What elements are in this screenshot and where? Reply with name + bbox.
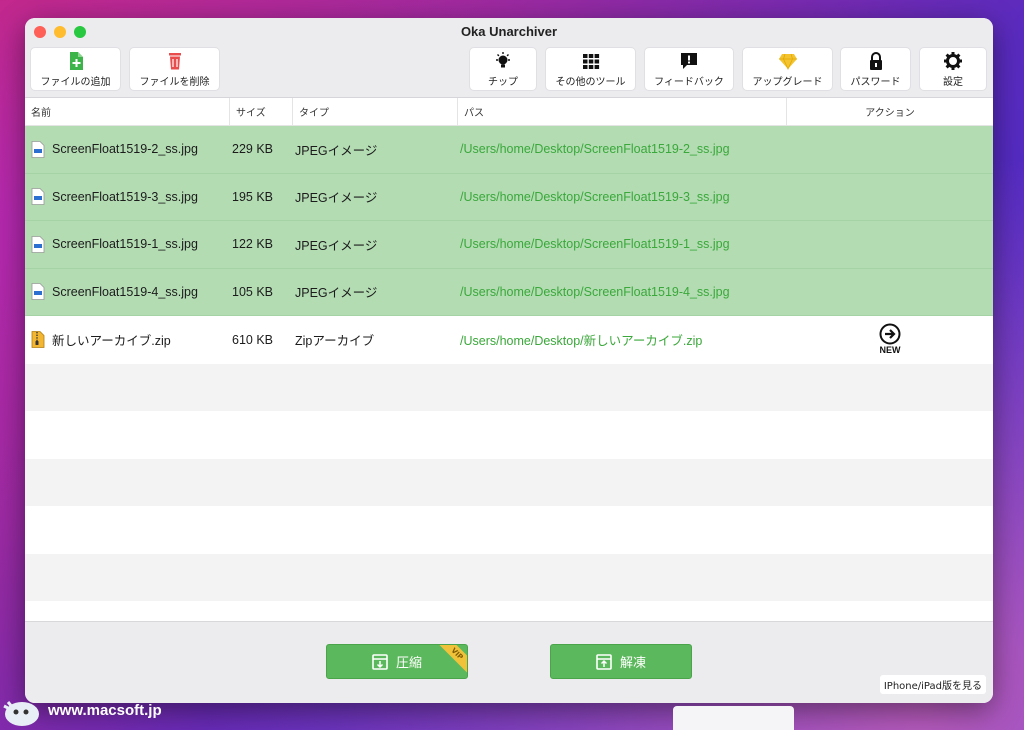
- password-button[interactable]: パスワード: [840, 47, 911, 91]
- column-header-action: アクション: [865, 108, 915, 119]
- delete-file-label: ファイルを削除: [139, 76, 210, 88]
- watermark-text: www.macsoft.jp: [48, 701, 162, 719]
- file-type: Zipアーカイブ: [295, 334, 375, 349]
- window-title: Oka Unarchiver: [460, 24, 558, 39]
- file-size: 195 KB: [232, 189, 274, 204]
- column-header-name[interactable]: 名前: [25, 98, 230, 125]
- file-name: 新しいアーカイブ.zip: [52, 334, 171, 349]
- empty-row: [25, 363, 993, 411]
- table-row[interactable]: ScreenFloat1519-2_ss.jpg 229 KB JPEGイメージ…: [25, 126, 993, 174]
- column-header-type[interactable]: タイプ: [293, 98, 458, 125]
- table-row[interactable]: ScreenFloat1519-4_ss.jpg 105 KB JPEGイメージ…: [25, 268, 993, 316]
- file-path: /Users/home/Desktop/ScreenFloat1519-2_ss…: [460, 142, 730, 157]
- iphone-ipad-link[interactable]: IPhone/iPad版を見る: [879, 675, 986, 694]
- empty-row: [25, 458, 993, 506]
- file-list: ScreenFloat1519-2_ss.jpg 229 KB JPEGイメージ…: [25, 126, 993, 649]
- jpg-file-icon: [31, 140, 45, 158]
- watermark: www.macsoft.jp: [2, 692, 162, 728]
- upgrade-button[interactable]: アップグレード: [742, 47, 833, 91]
- file-name: ScreenFloat1519-4_ss.jpg: [52, 284, 198, 299]
- other-tools-label: その他のツール: [555, 76, 626, 88]
- grid-icon: [582, 53, 599, 69]
- other-tools-button[interactable]: その他のツール: [545, 47, 636, 91]
- password-label: パスワード: [850, 76, 901, 88]
- empty-row: [25, 411, 993, 459]
- add-file-label: ファイルの追加: [40, 76, 111, 88]
- compress-label: 圧縮: [395, 656, 422, 671]
- new-badge: NEW: [879, 345, 901, 356]
- trash-icon: [168, 52, 181, 69]
- mascot-logo-icon: [3, 701, 39, 726]
- file-size: 122 KB: [232, 237, 274, 252]
- extract-label: 解凍: [619, 656, 646, 671]
- file-path: /Users/home/Desktop/ScreenFloat1519-4_ss…: [460, 284, 730, 299]
- zip-file-icon: [31, 331, 45, 349]
- file-size: 105 KB: [232, 284, 274, 299]
- table-row[interactable]: ScreenFloat1519-3_ss.jpg 195 KB JPEGイメージ…: [25, 173, 993, 221]
- empty-row: [25, 506, 993, 554]
- tips-button[interactable]: チップ: [469, 47, 537, 91]
- open-new-button[interactable]: NEW: [879, 323, 901, 356]
- file-size: 610 KB: [232, 332, 274, 347]
- toolbar: ファイルの追加 ファイルを削除 チップ その他のツール フィードバック アップグ…: [25, 46, 993, 98]
- file-type: JPEGイメージ: [295, 143, 378, 158]
- arrow-right-circle-icon: [879, 323, 901, 345]
- app-window: Oka Unarchiver ファイルの追加 ファイルを削除 チップ その他のツ…: [25, 18, 993, 703]
- jpg-file-icon: [31, 283, 45, 301]
- lightbulb-icon: [496, 51, 510, 67]
- row-action: NEW: [787, 323, 993, 356]
- feedback-button[interactable]: フィードバック: [644, 47, 734, 91]
- bottom-bar: 圧縮 VIP 解凍 IPhone/iPad版を見る: [25, 621, 993, 703]
- jpg-file-icon: [31, 188, 45, 206]
- column-header-path[interactable]: パス: [458, 98, 787, 125]
- file-size: 229 KB: [232, 142, 274, 157]
- file-name: ScreenFloat1519-2_ss.jpg: [52, 142, 198, 157]
- diamond-icon: [778, 53, 797, 70]
- file-type: JPEGイメージ: [295, 191, 378, 206]
- delete-file-button[interactable]: ファイルを削除: [129, 47, 220, 91]
- vip-badge: VIP: [437, 645, 467, 674]
- feedback-icon: [681, 52, 697, 69]
- add-file-icon: [69, 51, 83, 70]
- table-header: 名前 サイズ タイプ パス アクション: [25, 98, 993, 126]
- file-name: ScreenFloat1519-3_ss.jpg: [52, 189, 198, 204]
- titlebar: Oka Unarchiver: [25, 18, 993, 46]
- column-header-size[interactable]: サイズ: [230, 98, 293, 125]
- extract-icon: [596, 653, 612, 670]
- background-window-edge: [673, 706, 794, 730]
- feedback-label: フィードバック: [654, 76, 724, 88]
- table-row[interactable]: 新しいアーカイブ.zip 610 KB Zipアーカイブ /Users/home…: [25, 316, 993, 364]
- file-path: /Users/home/Desktop/ScreenFloat1519-1_ss…: [460, 237, 730, 252]
- file-name: ScreenFloat1519-1_ss.jpg: [52, 237, 198, 252]
- settings-button[interactable]: 設定: [919, 47, 987, 91]
- lock-icon: [869, 51, 882, 70]
- gear-icon: [944, 51, 962, 70]
- file-type: JPEGイメージ: [295, 238, 378, 253]
- upgrade-label: アップグレード: [752, 76, 823, 88]
- file-path: /Users/home/Desktop/ScreenFloat1519-3_ss…: [460, 189, 730, 204]
- empty-row: [25, 553, 993, 601]
- settings-label: 設定: [943, 76, 963, 88]
- compress-icon: [372, 653, 388, 670]
- extract-button[interactable]: 解凍: [550, 644, 692, 679]
- table-row[interactable]: ScreenFloat1519-1_ss.jpg 122 KB JPEGイメージ…: [25, 221, 993, 269]
- tips-label: チップ: [488, 76, 518, 88]
- compress-button[interactable]: 圧縮 VIP: [326, 644, 468, 679]
- jpg-file-icon: [31, 235, 45, 253]
- add-file-button[interactable]: ファイルの追加: [30, 47, 121, 91]
- file-path: /Users/home/Desktop/新しいアーカイブ.zip: [460, 334, 703, 349]
- file-type: JPEGイメージ: [295, 286, 378, 301]
